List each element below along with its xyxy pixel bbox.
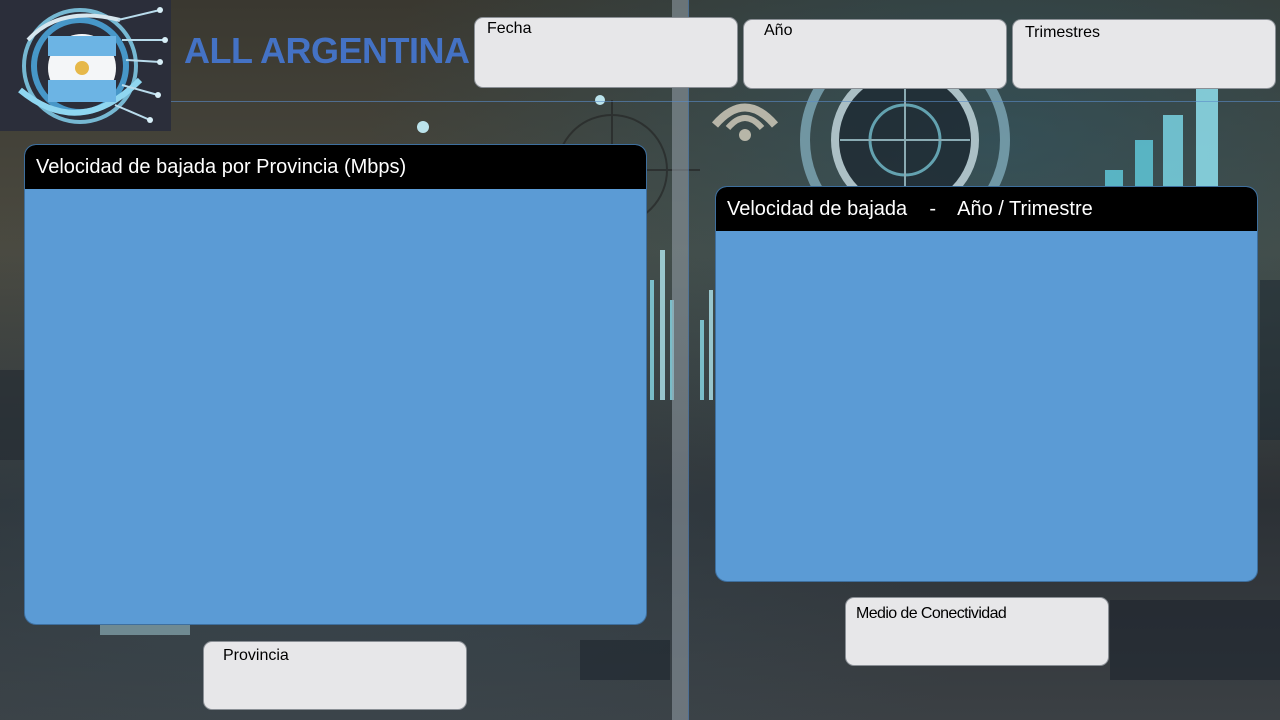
- anio-filter[interactable]: Año: [743, 19, 1007, 89]
- brand-title: ALL ARGENTINA: [184, 30, 470, 71]
- anio-trimestre-speed-chart-panel: Velocidad de bajada - Año / Trimestre: [715, 186, 1258, 582]
- argentina-globe-logo-icon: [18, 7, 168, 124]
- wifi-graphic: [711, 103, 779, 141]
- medio-conectividad-filter-label: Medio de Conectividad: [856, 605, 1007, 622]
- header-divider-line: [0, 101, 1280, 102]
- medio-conectividad-filter[interactable]: Medio de Conectividad: [845, 597, 1109, 666]
- provincia-speed-chart-panel: Velocidad de bajada por Provincia (Mbps): [24, 144, 647, 625]
- bar-graphic: [1105, 88, 1218, 190]
- trimestres-filter[interactable]: Trimestres: [1012, 19, 1276, 89]
- trimestres-filter-label: Trimestres: [1025, 24, 1100, 41]
- fecha-filter-label: Fecha: [487, 20, 532, 37]
- anio-trimestre-speed-chart-title: Velocidad de bajada - Año / Trimestre: [716, 187, 1257, 231]
- logo: [0, 0, 171, 131]
- provincia-filter[interactable]: Provincia: [203, 641, 467, 710]
- provincia-speed-chart-title: Velocidad de bajada por Provincia (Mbps): [25, 145, 646, 189]
- fecha-filter[interactable]: Fecha: [474, 17, 738, 88]
- anio-filter-label: Año: [764, 22, 793, 39]
- provincia-filter-label: Provincia: [223, 647, 289, 664]
- vertical-divider-line: [688, 0, 689, 720]
- vertical-divider: [672, 0, 688, 720]
